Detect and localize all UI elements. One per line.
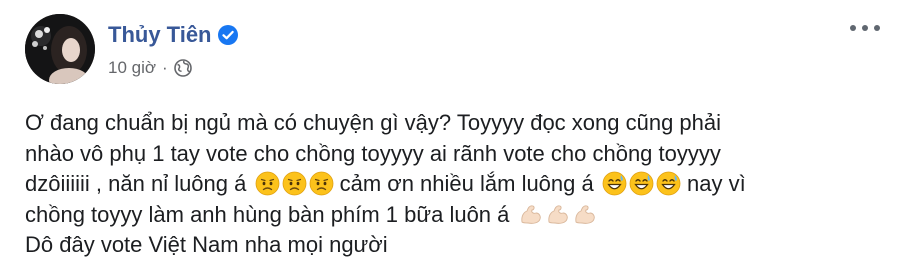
post-text: chồng toyyy làm anh hùng bàn phím 1 bữa … — [25, 201, 510, 227]
author-header: Thủy Tiên — [108, 22, 238, 48]
flexed-biceps-emoji — [545, 202, 570, 227]
flexed-biceps-emoji — [518, 202, 543, 227]
meta-separator: · — [162, 58, 168, 77]
dot-icon — [862, 25, 868, 31]
dot-icon — [874, 25, 880, 31]
post-line: dzôiiiiii , năn nỉ luông á cảm ơn nhiều … — [25, 169, 885, 200]
post-line: Dô đây vote Việt Nam nha mọi người — [25, 232, 388, 257]
grinning-sweat-emoji — [629, 171, 654, 196]
more-options-icon[interactable] — [850, 20, 880, 36]
grinning-sweat-emoji — [602, 171, 627, 196]
grinning-sweat-emoji — [656, 171, 681, 196]
author-name[interactable]: Thủy Tiên — [108, 22, 212, 48]
post-text: dzôiiiiii , năn nỉ luông á — [25, 171, 247, 196]
worried-face-emoji — [255, 171, 280, 196]
post-line: chồng toyyy làm anh hùng bàn phím 1 bữa … — [25, 200, 885, 231]
verified-badge-icon — [217, 25, 238, 45]
author-avatar[interactable] — [25, 14, 95, 84]
globe-icon[interactable] — [173, 59, 192, 77]
post-content: Ơ đang chuẩn bị ngủ mà có chuyện gì vậy?… — [25, 108, 885, 261]
post-line: Ơ đang chuẩn bị ngủ mà có chuyện gì vậy?… — [25, 110, 722, 135]
post-time[interactable]: 10 giờ — [108, 58, 156, 78]
dot-icon — [850, 25, 856, 31]
facebook-post: Thủy Tiên 10 giờ · Ơ đang chuẩn bị ngủ m… — [0, 0, 900, 279]
worried-face-emoji — [282, 171, 307, 196]
post-line: nhào vô phụ 1 tay vote cho chồng toyyyy … — [25, 140, 721, 166]
post-text: nay vì — [680, 171, 746, 196]
post-text: cảm ơn nhiều lắm luông á — [333, 171, 594, 196]
post-meta: 10 giờ · — [108, 58, 192, 78]
worried-face-emoji — [309, 171, 334, 196]
flexed-biceps-emoji — [572, 202, 597, 227]
